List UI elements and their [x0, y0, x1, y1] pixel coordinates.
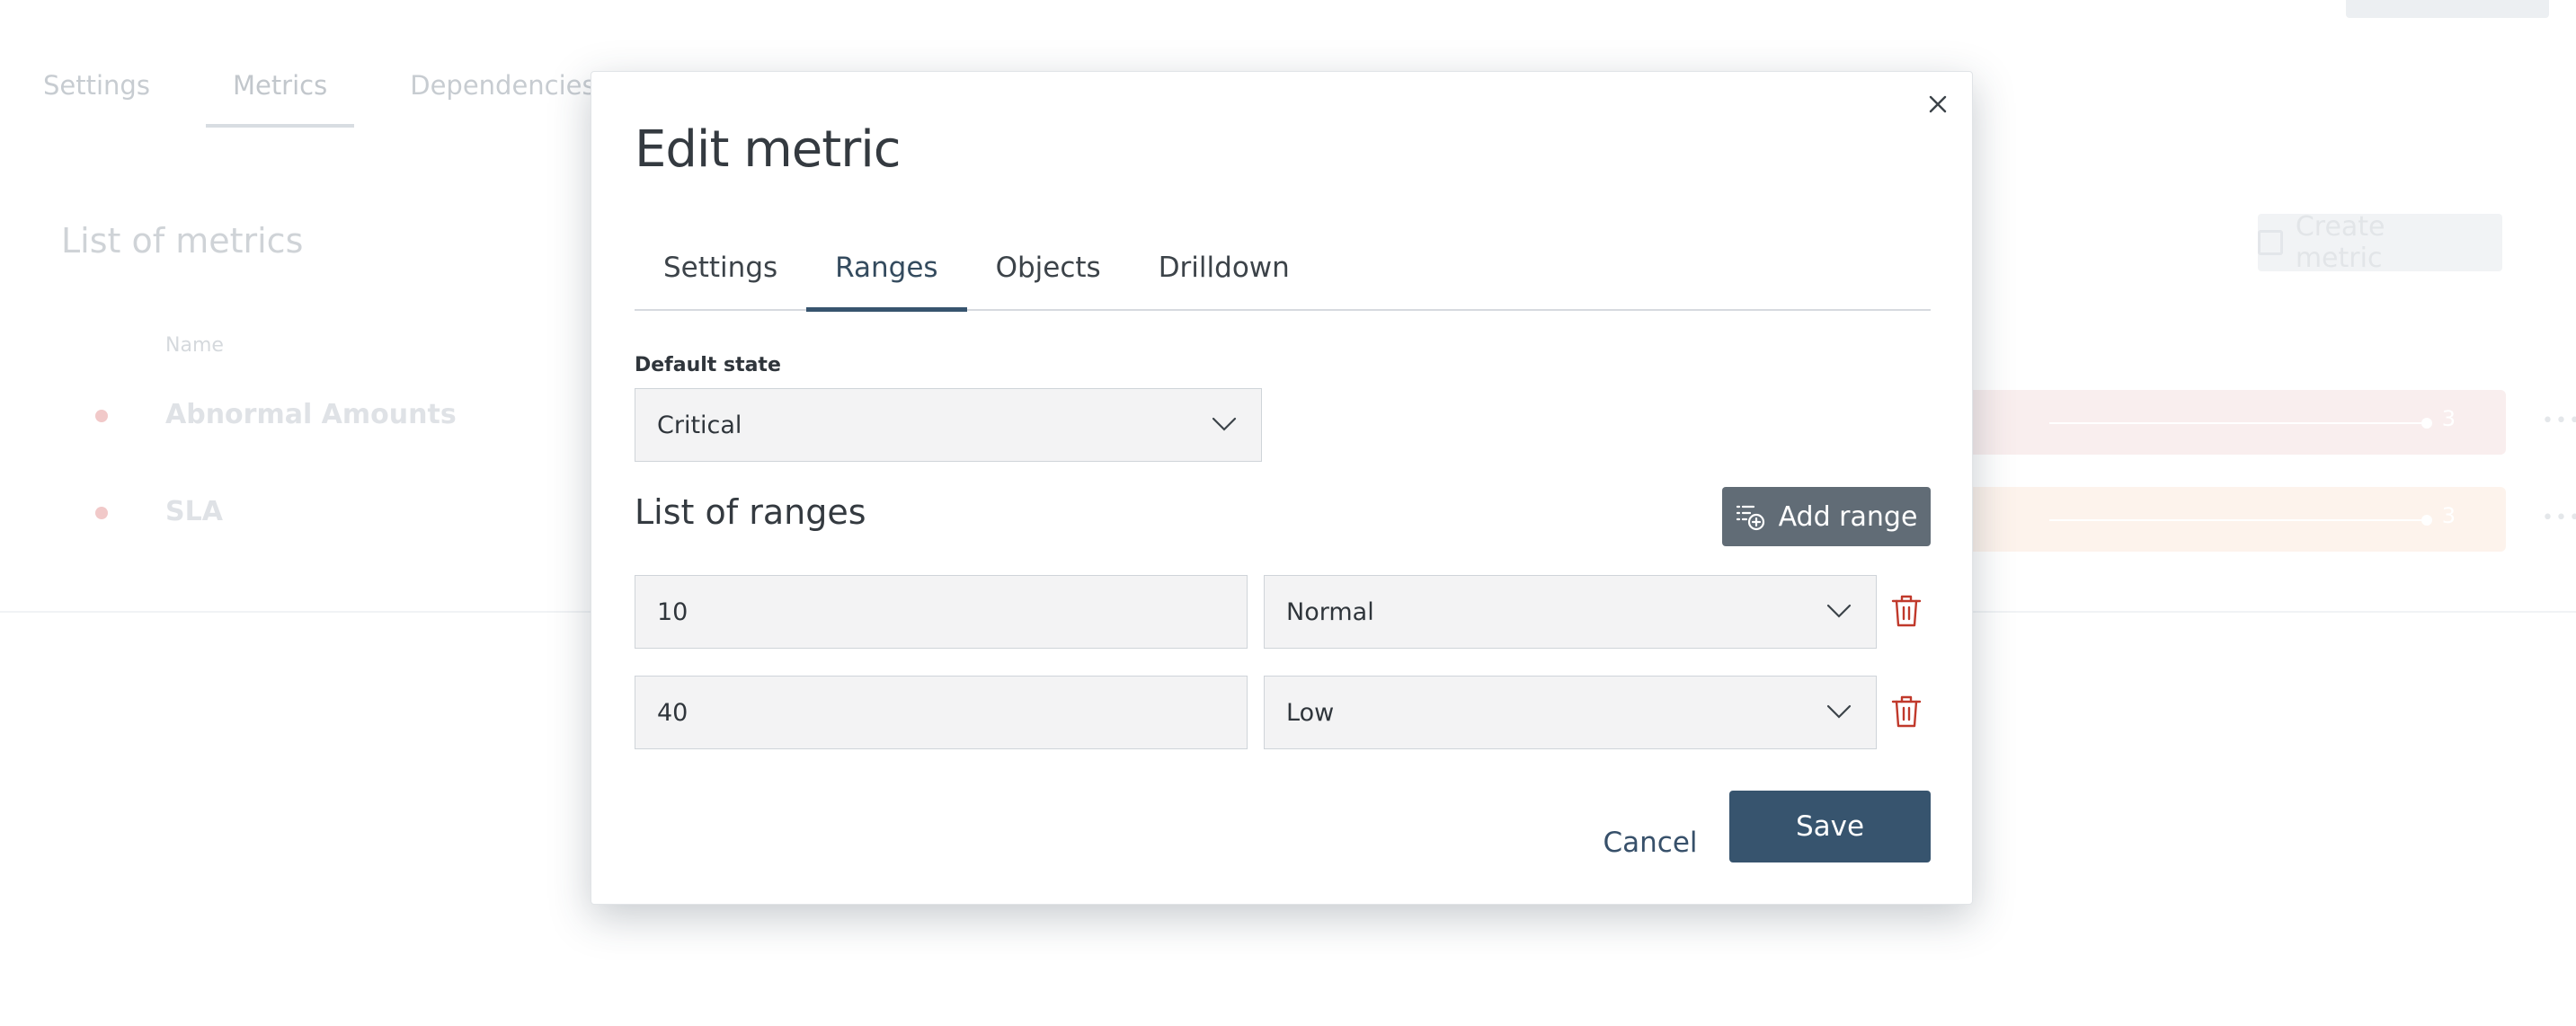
tab-settings[interactable]: Settings: [635, 239, 806, 311]
range-state-value: Low: [1286, 698, 1335, 727]
background-tabs: Settings Metrics Dependencies: [43, 63, 623, 128]
delete-range-button[interactable]: [1889, 694, 1923, 730]
add-list-icon: [1736, 505, 1764, 531]
background-metric-bar: 3: [1959, 487, 2506, 552]
bar-track: [2049, 422, 2427, 424]
add-range-label: Add range: [1778, 500, 1918, 533]
status-dot: [95, 507, 108, 519]
background-metric-bar: 3: [1959, 390, 2506, 455]
delete-range-button[interactable]: [1889, 593, 1923, 629]
default-state-label: Default state: [635, 354, 781, 376]
create-metric-icon: [2258, 230, 2283, 255]
chevron-down-icon: [1212, 417, 1237, 431]
chevron-down-icon: [1826, 604, 1852, 618]
close-icon: [1929, 95, 1947, 113]
close-button[interactable]: [1920, 86, 1956, 122]
cancel-button[interactable]: Cancel: [1587, 807, 1713, 879]
range-threshold-value: 40: [657, 698, 688, 727]
bar-knob: [2421, 515, 2432, 526]
tab-drilldown[interactable]: Drilldown: [1130, 239, 1319, 311]
edit-metric-dialog: Edit metric Settings Ranges Objects Dril…: [591, 71, 1973, 905]
range-state-value: Normal: [1286, 597, 1374, 626]
background-metric-value: 3: [2441, 406, 2456, 431]
background-create-metric-button: Create metric: [2258, 211, 2502, 274]
range-state-select[interactable]: Normal: [1264, 575, 1877, 649]
more-icon: •••: [2542, 410, 2576, 432]
trash-icon: [1891, 695, 1922, 728]
bar-knob: [2421, 418, 2432, 429]
background-list-title: List of metrics: [61, 221, 304, 261]
background-column-name: Name: [165, 334, 224, 357]
range-state-select[interactable]: Low: [1264, 676, 1877, 749]
tab-ranges[interactable]: Ranges: [806, 239, 967, 312]
list-of-ranges-title: List of ranges: [635, 492, 866, 532]
more-icon: •••: [2542, 507, 2576, 529]
add-range-button[interactable]: Add range: [1722, 487, 1931, 546]
range-threshold-value: 10: [657, 597, 688, 626]
bar-track: [2049, 519, 2427, 521]
dialog-title: Edit metric: [635, 120, 902, 179]
dialog-tabs: Settings Ranges Objects Drilldown: [635, 239, 1931, 312]
range-threshold-input[interactable]: 10: [635, 575, 1248, 649]
background-metric-name: Abnormal Amounts: [165, 399, 457, 430]
status-dot: [95, 410, 108, 422]
tab-objects[interactable]: Objects: [967, 239, 1130, 311]
chevron-down-icon: [1826, 704, 1852, 719]
range-threshold-input[interactable]: 40: [635, 676, 1248, 749]
background-top-button: [2346, 0, 2549, 18]
save-button[interactable]: Save: [1729, 791, 1931, 862]
background-metric-value: 3: [2441, 503, 2456, 528]
trash-icon: [1891, 595, 1922, 627]
background-tab-dependencies: Dependencies: [410, 70, 596, 101]
background-tab-metrics: Metrics: [205, 63, 355, 128]
background-metric-name: SLA: [165, 496, 223, 527]
background-create-metric-label: Create metric: [2295, 211, 2385, 274]
default-state-select[interactable]: Critical: [635, 388, 1262, 462]
default-state-value: Critical: [657, 411, 742, 439]
background-tab-settings: Settings: [43, 70, 150, 101]
